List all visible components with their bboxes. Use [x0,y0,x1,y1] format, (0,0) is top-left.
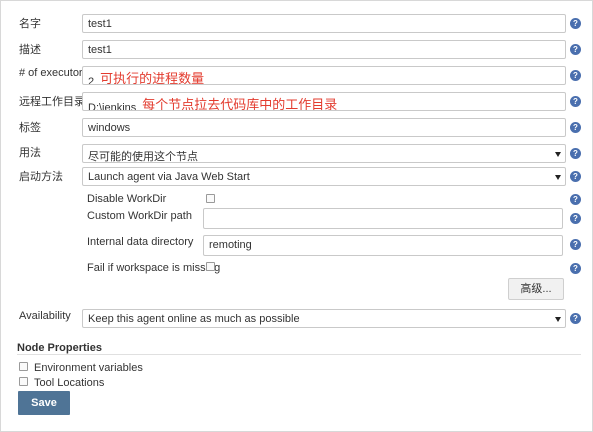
help-icon[interactable]: ? [570,44,581,55]
remote-dir-label: 远程工作目录 [19,96,85,108]
description-value: test1 [88,44,112,56]
dropdown-caret-icon [555,175,561,180]
help-icon[interactable]: ? [570,96,581,107]
help-icon[interactable]: ? [570,18,581,29]
fail-missing-checkbox[interactable] [206,262,215,271]
help-icon[interactable]: ? [570,263,581,274]
section-divider [17,354,581,355]
executors-label: # of executors [19,67,89,79]
usage-label: 用法 [19,147,41,159]
labels-input[interactable]: windows [82,118,566,137]
dropdown-caret-icon [555,152,561,157]
disable-workdir-checkbox[interactable] [206,194,215,203]
executors-annotation: 可执行的进程数量 [100,71,205,85]
labels-value: windows [88,122,131,134]
help-icon[interactable]: ? [570,313,581,324]
node-properties-title: Node Properties [17,342,102,354]
internal-dir-input[interactable]: remoting [203,235,563,256]
availability-select[interactable]: Keep this agent online as much as possib… [82,309,566,328]
availability-label: Availability [19,310,71,322]
dropdown-caret-icon [555,317,561,322]
remote-dir-annotation: 每个节点拉去代码库中的工作目录 [142,97,338,111]
executors-input[interactable]: 2 可执行的进程数量 [82,66,566,85]
executors-value: 2 [88,76,95,85]
description-label: 描述 [19,44,41,56]
internal-dir-value: remoting [209,239,252,251]
help-icon[interactable]: ? [570,213,581,224]
fail-missing-label: Fail if workspace is missing [87,262,221,274]
remote-dir-value: D:\jenkins [88,102,137,111]
custom-workdir-input[interactable] [203,208,563,229]
usage-value: 尽可能的使用这个节点 [88,151,198,163]
environment-variables-checkbox[interactable] [19,362,28,371]
help-icon[interactable]: ? [570,171,581,182]
name-input[interactable]: test1 [82,14,566,33]
usage-select[interactable]: 尽可能的使用这个节点 [82,144,566,163]
help-icon[interactable]: ? [570,70,581,81]
tool-locations-checkbox[interactable] [19,377,28,386]
launch-method-select[interactable]: Launch agent via Java Web Start [82,167,566,186]
launch-method-label: 启动方法 [19,171,63,183]
name-label: 名字 [19,18,41,30]
help-icon[interactable]: ? [570,239,581,250]
help-icon[interactable]: ? [570,122,581,133]
name-value: test1 [88,18,112,30]
launch-method-value: Launch agent via Java Web Start [88,171,250,183]
disable-workdir-label: Disable WorkDir [87,193,167,205]
help-icon[interactable]: ? [570,194,581,205]
custom-workdir-label: Custom WorkDir path [87,210,192,222]
description-input[interactable]: test1 [82,40,566,59]
environment-variables-label: Environment variables [34,362,143,374]
tool-locations-label: Tool Locations [34,377,105,389]
help-icon[interactable]: ? [570,148,581,159]
remote-dir-input[interactable]: D:\jenkins 每个节点拉去代码库中的工作目录 [82,92,566,111]
internal-dir-label: Internal data directory [87,236,194,248]
advanced-button[interactable]: 高级... [508,278,564,300]
availability-value: Keep this agent online as much as possib… [88,313,300,325]
labels-label: 标签 [19,122,41,134]
save-button[interactable]: Save [18,391,70,415]
